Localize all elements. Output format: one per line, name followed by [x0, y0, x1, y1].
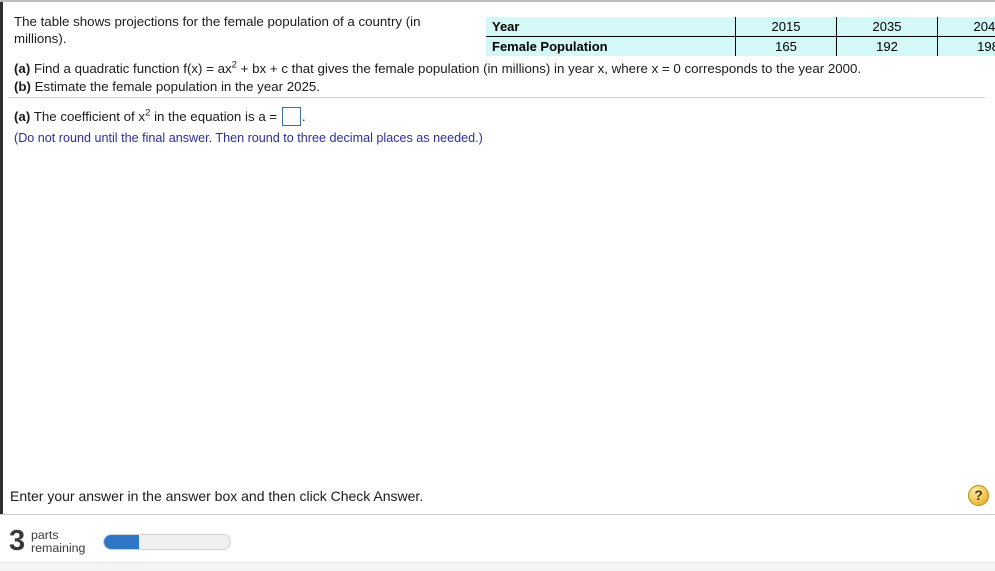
part-a-text-1: Find a quadratic function f(x) = ax	[30, 61, 232, 76]
instruction-text: Enter your answer in the answer box and …	[10, 488, 424, 504]
bottom-toolbar: 3 parts remaining Clear All Check Answer	[0, 515, 995, 562]
table-row-header-year: Year	[486, 17, 736, 37]
parts-remaining-label: parts remaining	[31, 529, 85, 555]
answer-part-label: (a)	[14, 109, 31, 124]
parts-remaining-label-line2: remaining	[31, 541, 86, 555]
footer-strip	[0, 562, 995, 571]
answer-prompt-line: (a) The coefficient of x2 in the equatio…	[14, 107, 995, 127]
table-cell-population-2: 198	[937, 36, 995, 56]
question-area: The table shows projections for the fema…	[8, 8, 995, 96]
part-b-text: Estimate the female population in the ye…	[30, 78, 321, 94]
table-cell-population-0: 165	[735, 36, 837, 56]
parts-remaining-count: 3	[9, 525, 26, 557]
table-cell-year-2: 2040	[937, 17, 995, 37]
instruction-strip: Enter your answer in the answer box and …	[0, 485, 995, 514]
help-icon[interactable]: ?	[968, 485, 989, 506]
answer-area: (a) The coefficient of x2 in the equatio…	[14, 107, 995, 146]
exercise-player: The table shows projections for the fema…	[0, 0, 995, 571]
table-cell-population-1: 192	[836, 36, 938, 56]
part-a-text-2: + bx + c that gives the female populatio…	[236, 61, 862, 76]
question-divider	[8, 97, 985, 98]
part-b-label: (b)	[14, 78, 31, 94]
question-parts: (a) Find a quadratic function f(x) = ax2…	[14, 60, 861, 95]
answer-trailing-period: .	[301, 109, 306, 124]
answer-input-box[interactable]	[281, 107, 301, 126]
question-stem: The table shows projections for the fema…	[14, 14, 421, 46]
answer-rounding-note: (Do not round until the final answer. Th…	[14, 131, 483, 145]
table-cell-year-1: 2035	[836, 17, 938, 37]
answer-prompt-text-1: The coefficient of x	[30, 109, 146, 124]
projection-table: Year 2015 2035 2040 Female Population 16…	[486, 17, 995, 56]
answer-prompt-text-2: in the equation is a =	[150, 109, 281, 124]
question-part-b: (b) Estimate the female population in th…	[14, 78, 861, 96]
progress-bar	[103, 534, 231, 550]
table-row-population: Female Population 165 192 198	[486, 36, 995, 56]
table-row-year: Year 2015 2035 2040	[486, 17, 995, 37]
projection-table-wrapper: Year 2015 2035 2040 Female Population 16…	[486, 17, 995, 56]
table-cell-year-0: 2015	[735, 17, 837, 37]
question-part-a: (a) Find a quadratic function f(x) = ax2…	[14, 60, 861, 78]
table-row-header-population: Female Population	[486, 36, 736, 56]
progress-bar-fill	[104, 535, 140, 549]
part-a-label: (a)	[14, 61, 31, 76]
